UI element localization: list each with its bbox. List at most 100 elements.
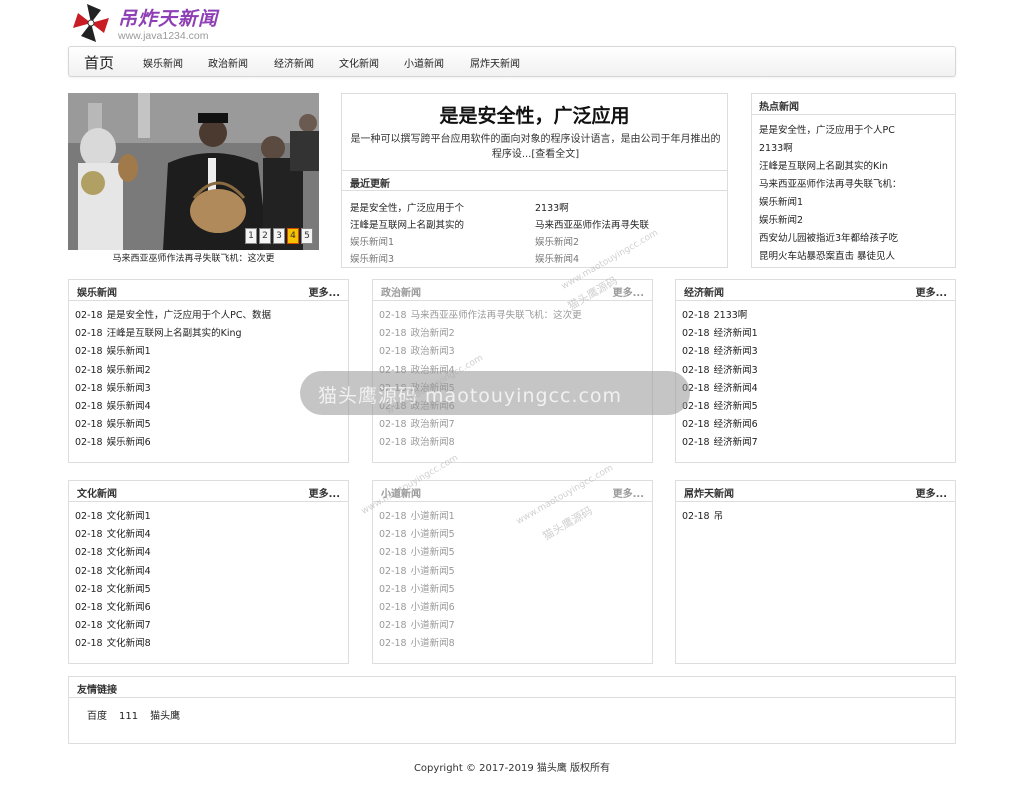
- nav-item-gossip[interactable]: 小道新闻: [404, 55, 444, 70]
- news-list-item[interactable]: 02-18 文化新闻7: [75, 617, 151, 635]
- hot-news-item[interactable]: 娱乐新闻2: [759, 212, 803, 226]
- news-list-item[interactable]: 02-18 政治新闻8: [379, 434, 582, 452]
- news-list-item[interactable]: 02-18 经济新闻1: [682, 325, 758, 343]
- news-title[interactable]: 文化新闻6: [107, 602, 151, 613]
- hot-news-item[interactable]: 马来西亚巫师作法再寻失联飞机：: [759, 176, 902, 190]
- news-title[interactable]: 政治新闻3: [411, 346, 455, 357]
- news-list-item[interactable]: 02-18 经济新闻5: [682, 398, 758, 416]
- recent-item[interactable]: 娱乐新闻2: [535, 234, 579, 248]
- news-title[interactable]: 小道新闻8: [411, 638, 455, 649]
- news-list-item[interactable]: 02-18 是是安全性，广泛应用于个人PC、数据: [75, 307, 271, 325]
- news-title[interactable]: 吊: [714, 511, 724, 522]
- hot-news-item[interactable]: 2133啊: [759, 140, 793, 154]
- news-title[interactable]: 政治新闻2: [411, 328, 455, 339]
- news-title[interactable]: 娱乐新闻3: [107, 383, 151, 394]
- news-list-item[interactable]: 02-18 马来西亚巫师作法再寻失联飞机：这次更: [379, 307, 582, 325]
- news-title[interactable]: 文化新闻4: [107, 566, 151, 577]
- recent-item[interactable]: 娱乐新闻4: [535, 251, 579, 265]
- news-list-item[interactable]: 02-18 文化新闻4: [75, 563, 151, 581]
- news-title[interactable]: 娱乐新闻5: [107, 419, 151, 430]
- news-title[interactable]: 文化新闻5: [107, 584, 151, 595]
- news-list-item[interactable]: 02-18 政治新闻2: [379, 325, 582, 343]
- recent-item[interactable]: 2133啊: [535, 200, 569, 214]
- hot-news-item[interactable]: 娱乐新闻1: [759, 194, 803, 208]
- news-title[interactable]: 小道新闻7: [411, 620, 455, 631]
- news-title[interactable]: 经济新闻7: [714, 437, 758, 448]
- news-title[interactable]: 小道新闻5: [411, 566, 455, 577]
- hot-news-item[interactable]: 西安幼儿园被指近3年都给孩子吃: [759, 230, 898, 244]
- news-list-item[interactable]: 02-18 文化新闻5: [75, 581, 151, 599]
- news-title[interactable]: 娱乐新闻2: [107, 365, 151, 376]
- news-title[interactable]: 文化新闻4: [107, 547, 151, 558]
- recent-item[interactable]: 娱乐新闻3: [350, 251, 394, 265]
- news-list-item[interactable]: 02-18 经济新闻4: [682, 380, 758, 398]
- news-title[interactable]: 娱乐新闻4: [107, 401, 151, 412]
- featured-description[interactable]: 是一种可以撰写跨平台应用软件的面向对象的程序设计语言，是由公司于年月推出的程序设…: [348, 132, 723, 162]
- hot-news-item[interactable]: 汪峰是互联网上名副其实的Kin: [759, 158, 888, 172]
- news-list-item[interactable]: 02-18 汪峰是互联网上名副其实的King: [75, 325, 271, 343]
- news-list-item[interactable]: 02-18 吊: [682, 508, 723, 526]
- recent-item[interactable]: 马来西亚巫师作法再寻失联: [535, 217, 649, 231]
- slider-dot-1[interactable]: 1: [245, 228, 257, 244]
- news-title[interactable]: 汪峰是互联网上名副其实的King: [107, 328, 242, 339]
- news-list-item[interactable]: 02-18 经济新闻6: [682, 416, 758, 434]
- news-title[interactable]: 文化新闻8: [107, 638, 151, 649]
- news-list-item[interactable]: 02-18 小道新闻7: [379, 617, 455, 635]
- news-title[interactable]: 政治新闻7: [411, 419, 455, 430]
- news-title[interactable]: 马来西亚巫师作法再寻失联飞机：这次更: [411, 310, 582, 321]
- news-list-item[interactable]: 02-18 小道新闻1: [379, 508, 455, 526]
- news-list-item[interactable]: 02-18 政治新闻7: [379, 416, 582, 434]
- news-title[interactable]: 娱乐新闻1: [107, 346, 151, 357]
- news-list-item[interactable]: 02-18 小道新闻5: [379, 544, 455, 562]
- news-list-item[interactable]: 02-18 经济新闻3: [682, 343, 758, 361]
- news-list-item[interactable]: 02-18 文化新闻8: [75, 635, 151, 653]
- news-list-item[interactable]: 02-18 文化新闻4: [75, 526, 151, 544]
- news-list-item[interactable]: 02-18 文化新闻4: [75, 544, 151, 562]
- news-list-item[interactable]: 02-18 小道新闻5: [379, 526, 455, 544]
- slider-photo[interactable]: [68, 93, 319, 250]
- news-list-item[interactable]: 02-18 文化新闻6: [75, 599, 151, 617]
- news-title[interactable]: 娱乐新闻6: [107, 437, 151, 448]
- friend-link[interactable]: 百度: [87, 711, 119, 722]
- more-link[interactable]: 更多...: [309, 284, 340, 299]
- nav-item-politics[interactable]: 政治新闻: [208, 55, 248, 70]
- nav-item-awesome[interactable]: 屌炸天新闻: [470, 55, 520, 70]
- friend-link[interactable]: 111: [119, 711, 150, 722]
- news-list-item[interactable]: 02-18 小道新闻6: [379, 599, 455, 617]
- news-list-item[interactable]: 02-18 经济新闻3: [682, 362, 758, 380]
- news-title[interactable]: 经济新闻4: [714, 383, 758, 394]
- news-list-item[interactable]: 02-18 经济新闻7: [682, 434, 758, 452]
- more-link[interactable]: 更多...: [916, 485, 947, 500]
- news-list-item[interactable]: 02-18 娱乐新闻1: [75, 343, 271, 361]
- news-title[interactable]: 是是安全性，广泛应用于个人PC、数据: [107, 310, 271, 321]
- more-link[interactable]: 更多...: [309, 485, 340, 500]
- news-list-item[interactable]: 02-18 小道新闻5: [379, 563, 455, 581]
- news-list-item[interactable]: 02-18 娱乐新闻5: [75, 416, 271, 434]
- news-list-item[interactable]: 02-18 娱乐新闻4: [75, 398, 271, 416]
- news-list-item[interactable]: 02-18 娱乐新闻2: [75, 362, 271, 380]
- news-title[interactable]: 文化新闻4: [107, 529, 151, 540]
- slider-dot-4-active[interactable]: 4: [287, 228, 299, 244]
- recent-item[interactable]: 娱乐新闻1: [350, 234, 394, 248]
- friend-link[interactable]: 猫头鹰: [150, 711, 192, 722]
- nav-item-economy[interactable]: 经济新闻: [274, 55, 314, 70]
- slider-dot-3[interactable]: 3: [273, 228, 285, 244]
- more-link[interactable]: 更多...: [613, 485, 644, 500]
- recent-item[interactable]: 汪峰是互联网上名副其实的: [350, 217, 464, 231]
- news-list-item[interactable]: 02-18 小道新闻5: [379, 581, 455, 599]
- news-title[interactable]: 小道新闻6: [411, 602, 455, 613]
- slider-dot-5[interactable]: 5: [301, 228, 313, 244]
- news-title[interactable]: 小道新闻5: [411, 529, 455, 540]
- news-title[interactable]: 2133啊: [714, 310, 748, 321]
- news-title[interactable]: 经济新闻1: [714, 328, 758, 339]
- news-list-item[interactable]: 02-18 小道新闻8: [379, 635, 455, 653]
- news-title[interactable]: 政治新闻8: [411, 437, 455, 448]
- news-title[interactable]: 小道新闻5: [411, 584, 455, 595]
- more-link[interactable]: 更多...: [916, 284, 947, 299]
- news-title[interactable]: 经济新闻6: [714, 419, 758, 430]
- nav-item-entertainment[interactable]: 娱乐新闻: [143, 55, 183, 70]
- recent-item[interactable]: 是是安全性，广泛应用于个: [350, 200, 464, 214]
- slider-caption[interactable]: 马来西亚巫师作法再寻失联飞机：这次更: [68, 251, 319, 264]
- hot-news-item[interactable]: 昆明火车站暴恐案直击 暴徒见人: [759, 248, 895, 262]
- news-title[interactable]: 经济新闻5: [714, 401, 758, 412]
